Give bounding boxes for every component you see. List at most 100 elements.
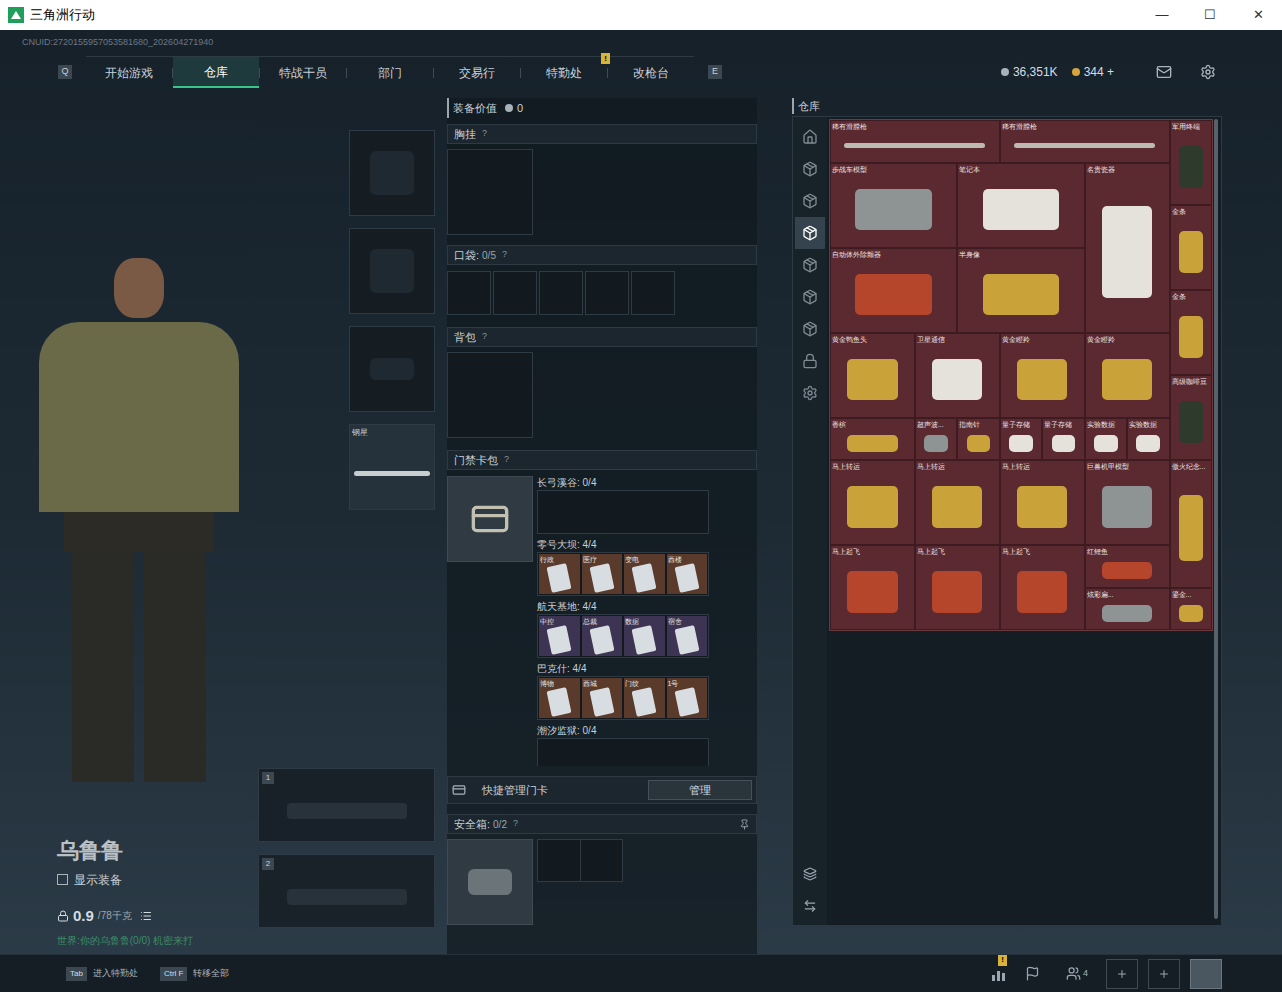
key-hint[interactable]: Ctrl F转移全部: [160, 967, 230, 981]
stash-tab[interactable]: [795, 377, 825, 409]
stash-item[interactable]: 马上起飞: [915, 545, 1000, 630]
stash-item[interactable]: 实验数据: [1085, 418, 1127, 461]
transfer-icon[interactable]: [803, 899, 817, 913]
stash-item[interactable]: 黄金瞪羚: [1000, 333, 1085, 418]
help-icon[interactable]: ?: [502, 248, 507, 262]
stash-tab[interactable]: [795, 313, 825, 345]
help-icon[interactable]: ?: [513, 817, 518, 831]
stash-item[interactable]: 香槟: [830, 418, 915, 461]
stash-item[interactable]: 卫星通信: [915, 333, 1000, 418]
keycard[interactable]: 数据: [624, 616, 665, 656]
nav-tab[interactable]: 交易行: [434, 57, 520, 88]
stash-item[interactable]: 指南针: [957, 418, 999, 461]
keycard[interactable]: 博物: [539, 678, 580, 718]
stash-item[interactable]: 红鲤鱼: [1085, 545, 1170, 588]
help-icon[interactable]: ?: [482, 330, 487, 344]
keycard[interactable]: 门纹: [624, 678, 665, 718]
stash-item[interactable]: 马上转运: [830, 460, 915, 545]
stash-tab[interactable]: [795, 249, 825, 281]
nav-key-left[interactable]: Q: [58, 65, 72, 79]
stash-scrollbar[interactable]: [1214, 119, 1218, 919]
stash-item[interactable]: 超声波...: [915, 418, 957, 461]
stash-tab[interactable]: [795, 121, 825, 153]
window-control-button[interactable]: ☐: [1186, 0, 1234, 30]
window-control-button[interactable]: ✕: [1234, 0, 1282, 30]
nav-tab[interactable]: 特勤处!: [521, 57, 607, 88]
pocket-slot[interactable]: [539, 271, 583, 315]
window-control-button[interactable]: —: [1138, 0, 1186, 30]
stash-item[interactable]: 名贵瓷器: [1085, 163, 1170, 333]
keycard[interactable]: 医疗: [582, 554, 623, 594]
safe-box[interactable]: [447, 839, 533, 925]
mail-icon[interactable]: [1156, 64, 1172, 80]
chest-slot[interactable]: [447, 149, 533, 235]
manage-button[interactable]: 管理: [648, 780, 752, 800]
stash-item[interactable]: 步战车模型: [830, 163, 957, 248]
stash-tab[interactable]: [795, 345, 825, 377]
weapon-slot[interactable]: 1: [258, 768, 435, 842]
currency[interactable]: 344 +: [1072, 63, 1114, 81]
backpack-slot[interactable]: [447, 352, 533, 438]
nav-tab[interactable]: 仓库: [173, 57, 259, 88]
melee-slot[interactable]: 钢星: [349, 424, 435, 510]
stash-item[interactable]: 鎏金...: [1170, 588, 1212, 631]
pistol-slot[interactable]: [349, 326, 435, 412]
nav-tab[interactable]: 改枪台: [608, 57, 694, 88]
key-hint[interactable]: Tab进入特勤处: [66, 967, 138, 981]
stash-item[interactable]: 金条: [1170, 290, 1212, 375]
stash-item[interactable]: 实验数据: [1127, 418, 1169, 461]
stash-item[interactable]: 马上转运: [915, 460, 1000, 545]
stash-item[interactable]: 巨兽机甲模型: [1085, 460, 1170, 545]
invite-slot[interactable]: [1148, 959, 1180, 989]
stash-item[interactable]: 稀有滑膛枪: [830, 120, 1000, 163]
stash-item[interactable]: 马上转运: [1000, 460, 1085, 545]
stash-item[interactable]: 马上起飞: [1000, 545, 1085, 630]
nav-key-right[interactable]: E: [708, 65, 722, 79]
keycard[interactable]: 西楼: [667, 554, 708, 594]
pocket-slot[interactable]: [447, 271, 491, 315]
stash-item[interactable]: 黄金瞪羚: [1085, 333, 1170, 418]
armor-slot[interactable]: [349, 228, 435, 314]
stash-tab[interactable]: [795, 217, 825, 249]
pocket-slot[interactable]: [585, 271, 629, 315]
help-icon[interactable]: ?: [482, 127, 487, 141]
keycard[interactable]: 变电: [624, 554, 665, 594]
stash-item[interactable]: 半身像: [957, 248, 1084, 333]
pocket-slot[interactable]: [493, 271, 537, 315]
stash-tab[interactable]: [795, 281, 825, 313]
player-avatar[interactable]: [1190, 959, 1222, 989]
keycard[interactable]: 总裁: [582, 616, 623, 656]
keycard[interactable]: 行政: [539, 554, 580, 594]
stash-tab[interactable]: [795, 185, 825, 217]
nav-tab[interactable]: 开始游戏: [86, 57, 172, 88]
helmet-slot[interactable]: [349, 130, 435, 216]
keycard[interactable]: 1号: [667, 678, 708, 718]
keycard[interactable]: 西城: [582, 678, 623, 718]
party-button[interactable]: 4: [1066, 966, 1088, 981]
stash-item[interactable]: 笔记本: [957, 163, 1084, 248]
stash-item[interactable]: 傲火纪念...: [1170, 460, 1212, 588]
list-icon[interactable]: [140, 910, 152, 922]
stash-item[interactable]: 黄金鸭鱼头: [830, 333, 915, 418]
settings-icon[interactable]: [1200, 64, 1216, 80]
weapon-slot[interactable]: 2: [258, 854, 435, 928]
pin-icon[interactable]: [739, 819, 750, 830]
nav-tab[interactable]: 部门: [347, 57, 433, 88]
stash-item[interactable]: 炫彩扁...: [1085, 588, 1170, 631]
stash-item[interactable]: 金条: [1170, 205, 1212, 290]
flag-icon[interactable]: [1025, 966, 1040, 981]
keycard-holder[interactable]: [447, 476, 533, 562]
keycard[interactable]: 中控: [539, 616, 580, 656]
invite-slot[interactable]: [1106, 959, 1138, 989]
stash-item[interactable]: 自动体外除颤器: [830, 248, 957, 333]
show-gear-checkbox[interactable]: 显示装备: [57, 871, 258, 889]
stash-item[interactable]: 量子存储: [1042, 418, 1084, 461]
stash-item[interactable]: 量子存储: [1000, 418, 1042, 461]
pocket-slot[interactable]: [631, 271, 675, 315]
keycard[interactable]: 宿舍: [667, 616, 708, 656]
layers-icon[interactable]: [803, 867, 817, 881]
stats-button[interactable]: !: [983, 959, 1015, 989]
help-icon[interactable]: ?: [504, 453, 509, 467]
stash-item[interactable]: 军用终端: [1170, 120, 1212, 205]
stash-item[interactable]: 马上起飞: [830, 545, 915, 630]
